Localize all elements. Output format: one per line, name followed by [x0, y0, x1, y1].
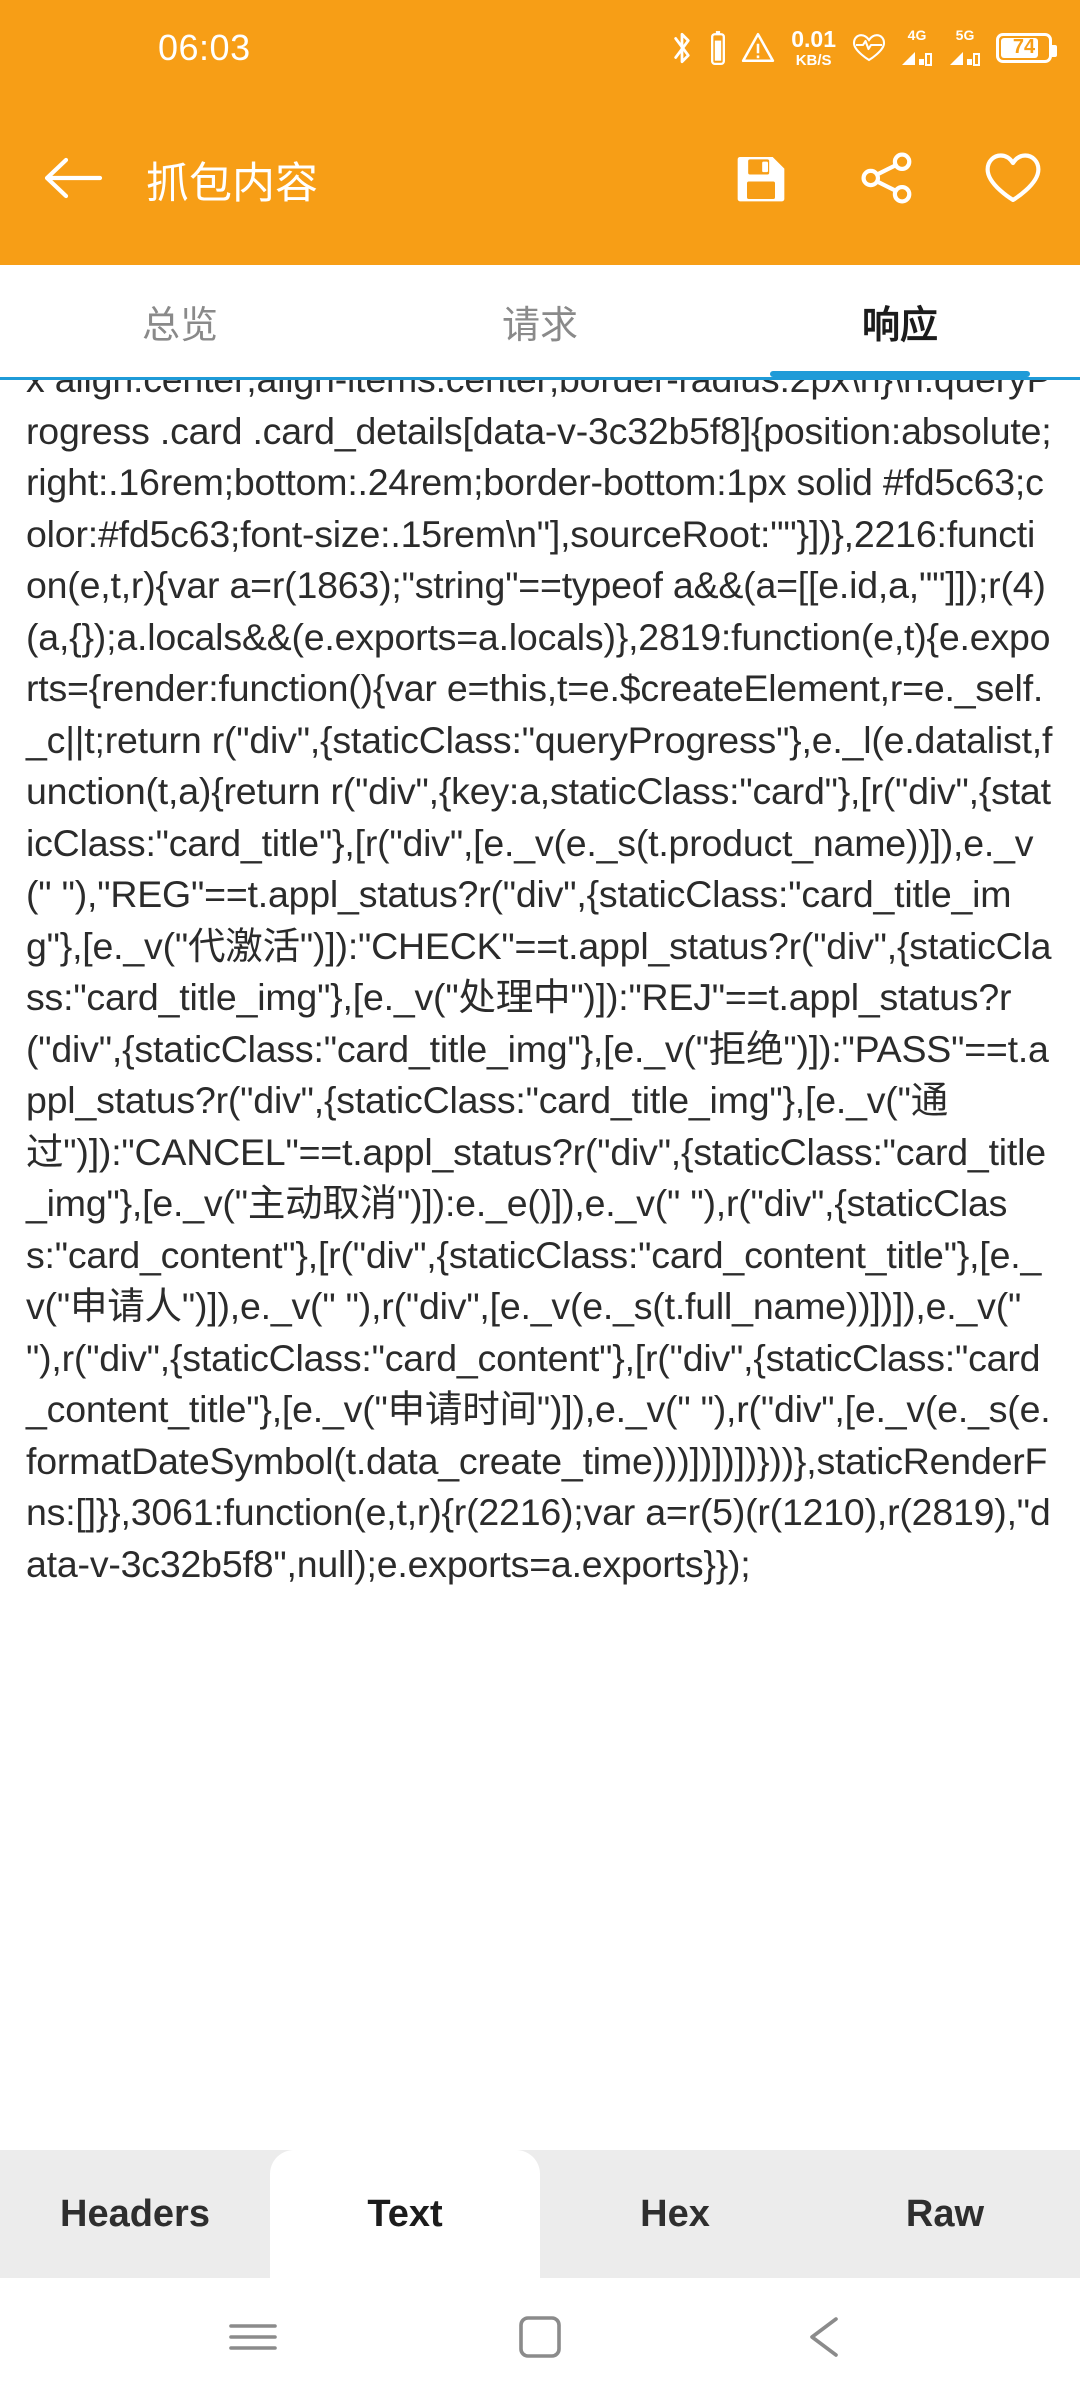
sim2-network-indicator: 5G [948, 28, 982, 67]
nav-home-button[interactable] [505, 2304, 575, 2374]
format-tab-hex-label: Hex [640, 2192, 710, 2235]
share-button[interactable] [856, 149, 918, 211]
battery-percent: 74 [1012, 36, 1036, 58]
favorite-button[interactable] [982, 149, 1044, 211]
response-body-container[interactable]: x align:center;align-items:center;border… [0, 380, 1080, 2150]
format-tab-headers-label: Headers [60, 2192, 210, 2235]
app-bar-actions [730, 149, 1044, 211]
signal-bars-icon [948, 43, 982, 67]
heartbeat-icon [852, 33, 886, 63]
top-tab-bar: 总览 请求 响应 [0, 265, 1080, 377]
bluetooth-icon [669, 29, 695, 67]
format-tab-raw-label: Raw [905, 2192, 985, 2235]
tab-request-label: 请求 [501, 304, 578, 347]
tab-request[interactable]: 请求 [360, 265, 720, 377]
android-nav-bar [0, 2278, 1080, 2400]
back-triangle-icon [804, 2314, 850, 2365]
network-speed-value: 0.01 [791, 25, 836, 52]
nav-recents-button[interactable] [218, 2304, 288, 2374]
format-tab-hex[interactable]: Hex [540, 2150, 810, 2278]
signal-bars-icon [900, 43, 934, 67]
tab-indicator [770, 371, 1030, 377]
network-speed-unit: KB/S [795, 51, 832, 69]
format-tab-raw[interactable]: Raw [810, 2150, 1080, 2278]
app-root: 06:03 0.01 KB/S 4G 5G 74 抓包内容 总览 请求 响应 r… [0, 0, 1080, 2400]
arrow-left-icon [42, 155, 104, 206]
bluetooth-battery-icon [709, 30, 727, 66]
save-floppy-icon [733, 150, 789, 211]
sim1-network-indicator: 4G [900, 28, 934, 67]
tab-overview[interactable]: 总览 [0, 265, 360, 377]
share-icon [858, 150, 916, 211]
tab-response-label: 响应 [861, 304, 938, 347]
battery-icon: 74 [996, 32, 1057, 63]
warning-triangle-icon [741, 31, 775, 65]
home-square-icon [517, 2314, 563, 2365]
tab-response[interactable]: 响应 [720, 265, 1080, 377]
status-bar: 06:03 0.01 KB/S 4G 5G 74 [0, 0, 1080, 95]
network-speed-indicator: 0.01 KB/S [791, 25, 836, 69]
response-body-text: x align:center;align-items:center;border… [26, 380, 1053, 1585]
tab-overview-label: 总览 [141, 304, 218, 347]
sim1-label: 4G [907, 27, 927, 43]
app-bar: 抓包内容 [0, 95, 1080, 265]
save-button[interactable] [730, 149, 792, 211]
format-tab-text-label: Text [367, 2192, 443, 2235]
page-title: 抓包内容 [146, 160, 318, 208]
sim2-label: 5G [955, 27, 975, 43]
format-tab-text[interactable]: Text [270, 2150, 540, 2278]
format-tab-headers[interactable]: Headers [0, 2150, 270, 2278]
menu-lines-icon [227, 2317, 279, 2362]
status-icons: 0.01 KB/S 4G 5G 74 [669, 25, 1057, 69]
format-tab-bar: Headers Text Hex Raw [0, 2150, 1080, 2278]
nav-back-button[interactable] [792, 2304, 862, 2374]
heart-outline-icon [983, 150, 1043, 211]
status-clock: 06:03 [158, 26, 251, 68]
back-button[interactable] [36, 143, 110, 217]
